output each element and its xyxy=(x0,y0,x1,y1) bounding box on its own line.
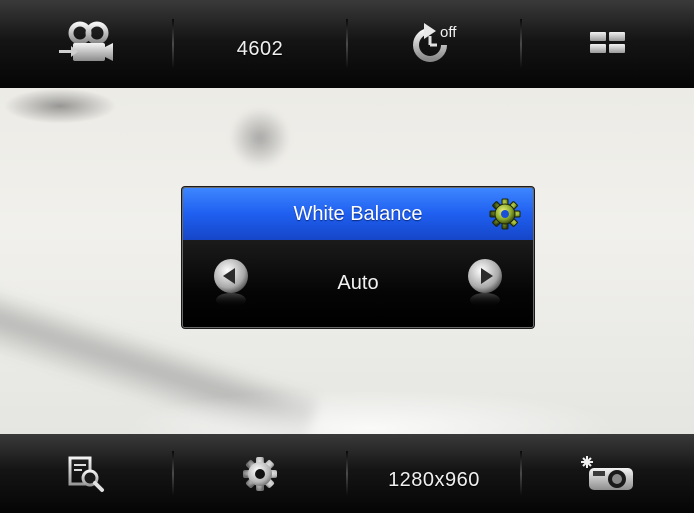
viewfinder-blur xyxy=(230,108,290,168)
flash-button[interactable] xyxy=(522,434,694,513)
grid-icon xyxy=(590,32,625,53)
dialog-header: White Balance xyxy=(183,188,533,240)
dialog-body: Auto xyxy=(183,240,533,327)
review-button[interactable] xyxy=(0,434,172,513)
white-balance-value: Auto xyxy=(337,272,379,294)
flash-camera-icon xyxy=(581,455,633,490)
gear-icon xyxy=(243,456,277,491)
switch-to-video-button[interactable] xyxy=(0,0,172,88)
review-search-icon xyxy=(68,456,104,492)
settings-button[interactable] xyxy=(174,434,346,513)
shot-counter: 4602 xyxy=(174,0,346,88)
timer-off-label: off xyxy=(440,24,457,41)
self-timer-button[interactable]: off xyxy=(348,0,520,88)
top-toolbar: 4602 off xyxy=(0,0,694,88)
viewfinder-highlight xyxy=(120,388,620,434)
gear-icon[interactable] xyxy=(489,198,521,230)
arrow-left-icon[interactable] xyxy=(209,256,253,308)
bottom-toolbar: 1280x960 xyxy=(0,434,694,513)
video-camera-switch-icon xyxy=(59,21,113,61)
remaining-shots: 4602 xyxy=(236,37,284,60)
grid-view-button[interactable] xyxy=(522,0,694,88)
arrow-right-icon[interactable] xyxy=(463,256,507,308)
dialog-title: White Balance xyxy=(293,202,423,225)
white-balance-dialog: White Balance Auto xyxy=(182,187,534,328)
self-timer-off-icon: off xyxy=(413,23,457,62)
resolution-button[interactable]: 1280x960 xyxy=(348,434,520,513)
resolution-label: 1280x960 xyxy=(388,469,480,491)
